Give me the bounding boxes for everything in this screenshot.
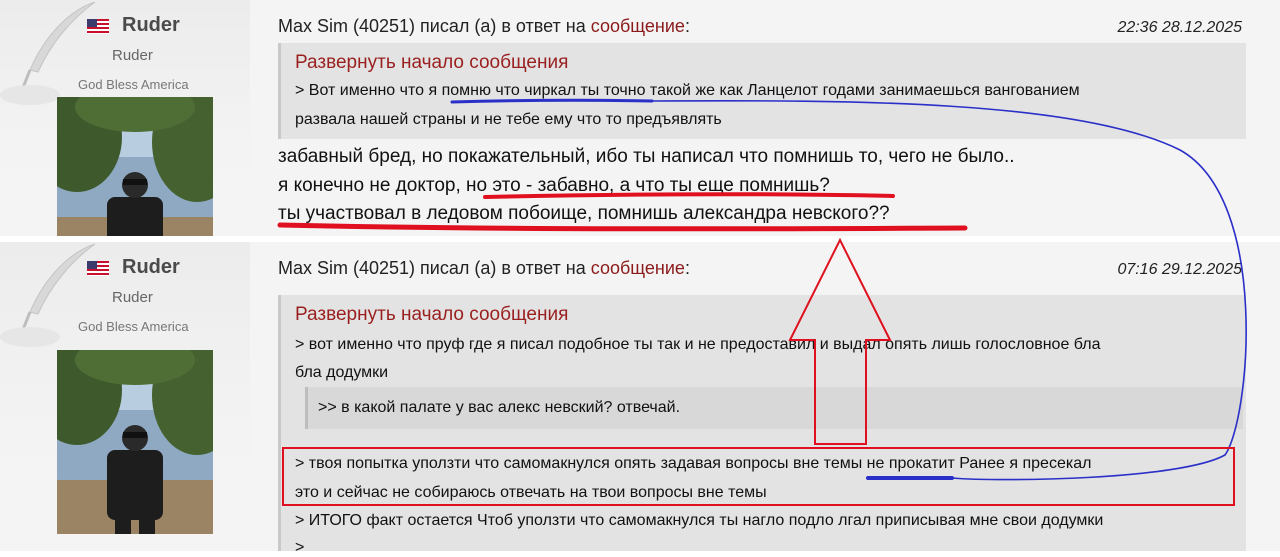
expand-quote-link[interactable]: Развернуть начало сообщения [295,304,568,326]
post-datetime: 22:36 28.12.2025 [1117,19,1242,36]
forum-post-1: Ruder Ruder God Bless America Max Sim (4… [0,0,1280,237]
post-content: Max Sim (40251) писал (а) в ответ на соо… [250,0,1280,236]
author-panel: Ruder Ruder God Bless America [0,0,250,237]
post-header: Max Sim (40251) писал (а) в ответ на соо… [278,258,690,279]
quote-line: > твоя попытка уползти что самомакнулся … [295,455,1092,472]
quote-line: > Вот именно что я помню что чиркал ты т… [295,82,1080,99]
body-line: я конечно не доктор, но это - забавно, а… [278,175,830,196]
avatar [57,97,213,237]
quill-icon [0,1,96,105]
quote-line: > вот именно что пруф где я писал подобн… [295,336,1101,353]
reply-author: Max Sim (40251) писал (а) в ответ на [278,258,591,278]
quote-block: Развернуть начало сообщения > Вот именно… [278,43,1246,139]
avatar [57,350,213,534]
quote-line: бла додумки [295,364,389,381]
header-colon: : [684,16,690,36]
quote-line: развала нашей страны и не тебе ему что т… [295,111,722,128]
author-role: Ruder [112,289,153,306]
expand-quote-link[interactable]: Развернуть начало сообщения [295,52,568,74]
author-motto: God Bless America [78,77,189,92]
reply-message-link[interactable]: сообщение [591,16,685,36]
header-colon: : [684,258,690,278]
quote-line: это и сейчас не собираюсь отвечать на тв… [295,484,767,501]
post-datetime: 07:16 29.12.2025 [1117,261,1242,278]
quill-icon [0,243,96,347]
nested-quote-line: >> в какой палате у вас алекс невский? о… [318,399,681,416]
quote-line: > ИТОГО факт остается Чтоб уползти что с… [295,512,1104,529]
us-flag-icon [87,19,109,34]
nested-quote: >> в какой палате у вас алекс невский? о… [305,387,1243,429]
quote-block: Развернуть начало сообщения > вот именно… [278,295,1246,556]
author-panel: Ruder Ruder God Bless America [0,242,250,551]
post-header: Max Sim (40251) писал (а) в ответ на соо… [278,16,690,37]
quote-line: > [295,539,305,556]
reply-author: Max Sim (40251) писал (а) в ответ на [278,16,591,36]
us-flag-icon [87,261,109,276]
post-content: Max Sim (40251) писал (а) в ответ на соо… [250,242,1280,556]
author-motto: God Bless America [78,319,189,334]
author-name[interactable]: Ruder [122,256,180,279]
author-role: Ruder [112,47,153,64]
body-line: ты участвовал в ледовом побоище, помнишь… [278,203,890,224]
author-name[interactable]: Ruder [122,14,180,37]
reply-message-link[interactable]: сообщение [591,258,685,278]
forum-post-2: Ruder Ruder God Bless America Max Sim (4… [0,242,1280,556]
body-line: забавный бред, но покажательный, ибо ты … [278,146,1015,167]
